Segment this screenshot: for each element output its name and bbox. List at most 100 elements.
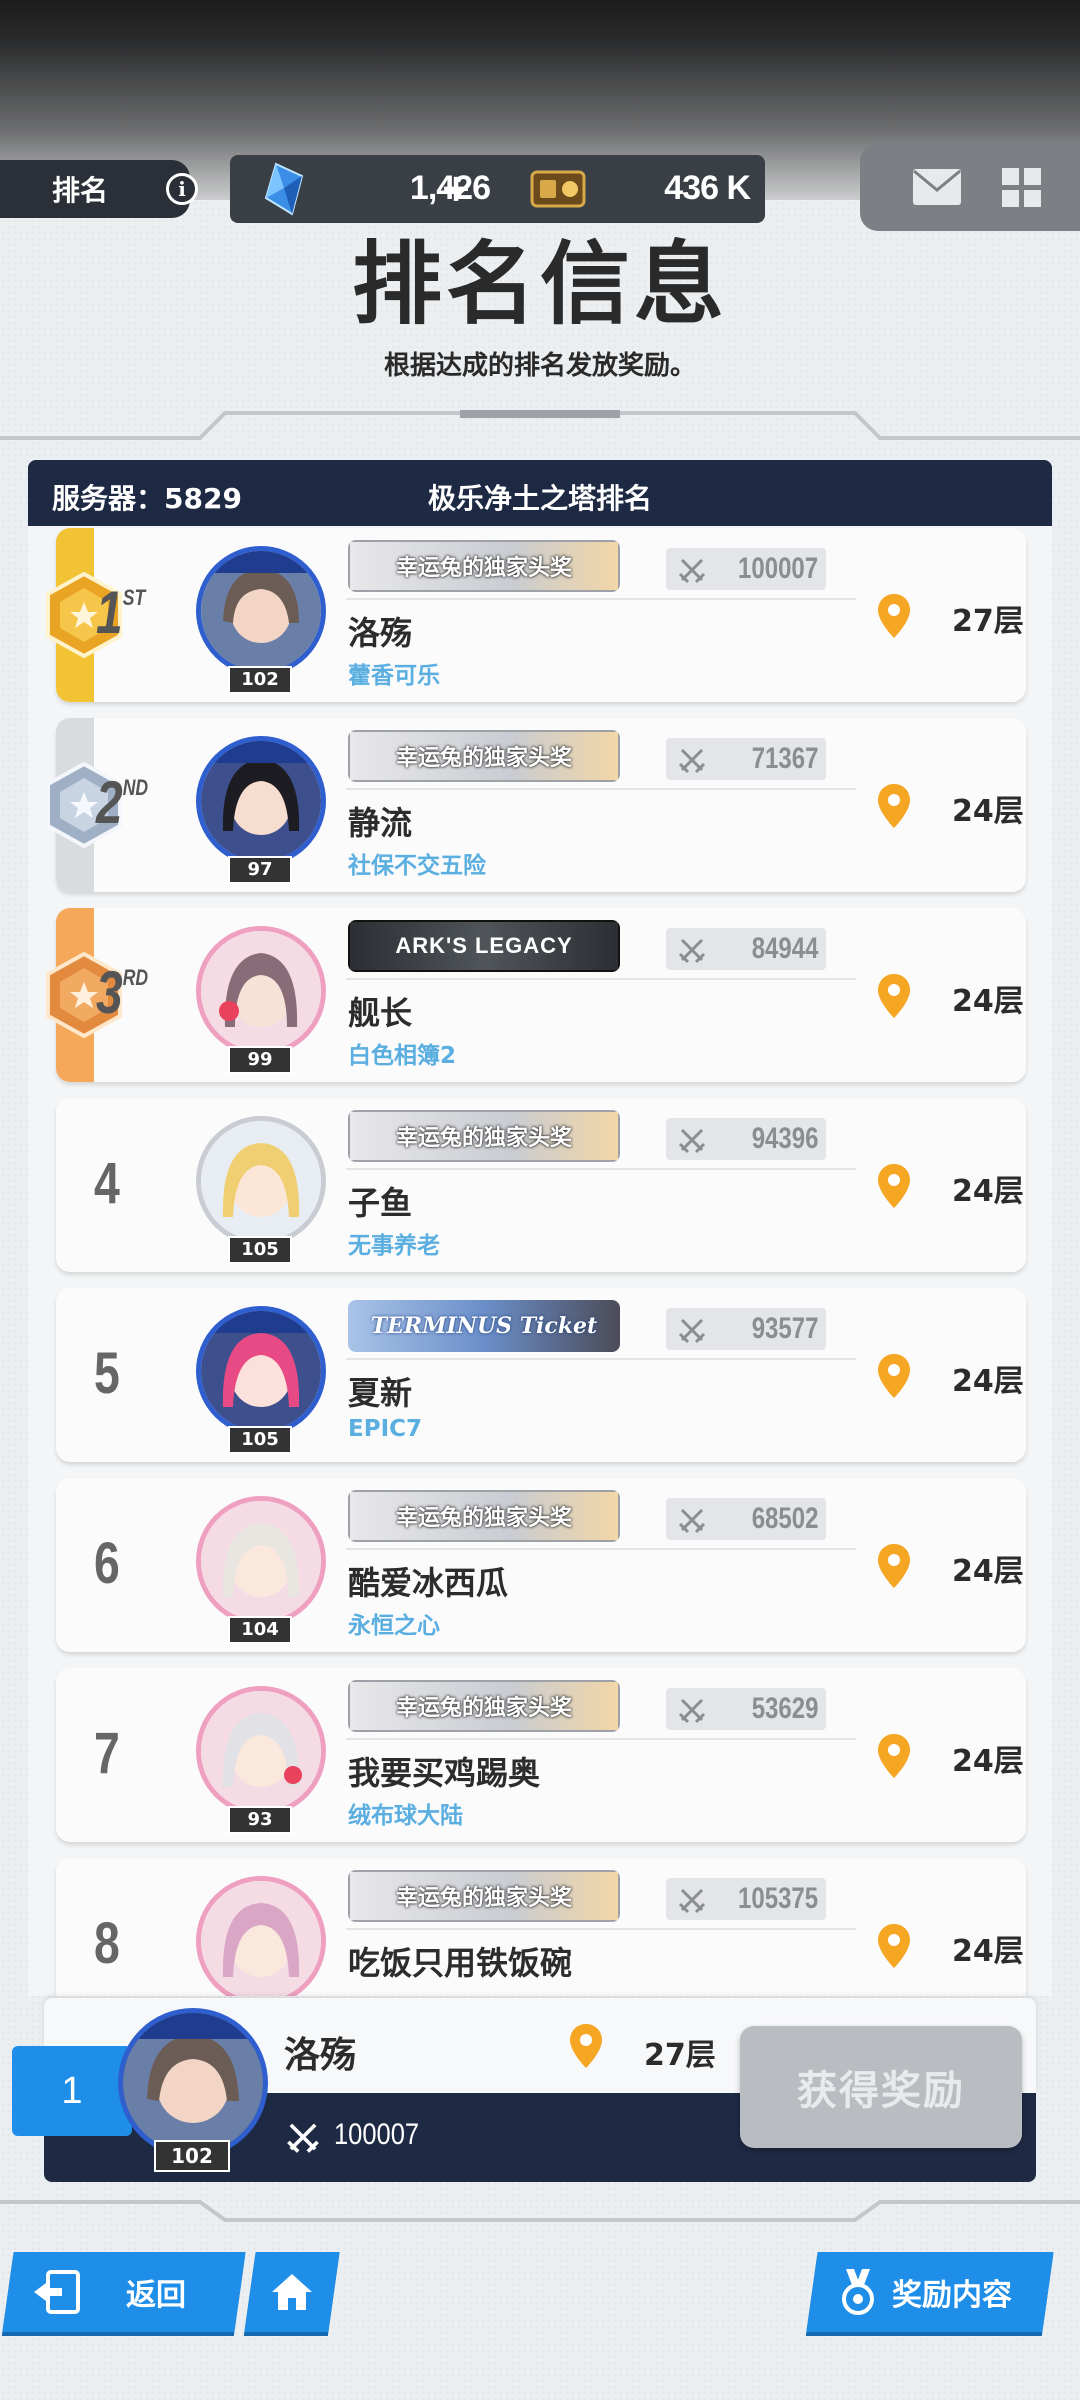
my-level-badge: 102 [154, 2140, 230, 2172]
player-name: 夏新 [348, 1374, 413, 1412]
crossed-swords-icon [678, 1318, 706, 1344]
location-pin-icon [878, 1164, 910, 1208]
home-icon [272, 2274, 312, 2310]
floor-value: 24层 [952, 1364, 1024, 1399]
ranking-row[interactable]: 1ST 102 幸运兔的独家头奖 100007 洛殇 藿香可乐 27层 [46, 528, 1026, 702]
score-box: 105375 [666, 1878, 826, 1920]
score-box: 93577 [666, 1308, 826, 1350]
title-banner: TERMINUS Ticket [348, 1300, 620, 1352]
score-box: 94396 [666, 1118, 826, 1160]
avatar[interactable] [196, 1686, 326, 1816]
rank-number: 7 [94, 1721, 120, 1786]
score-value: 94396 [751, 1122, 818, 1155]
ranking-row[interactable]: 6 104 幸运兔的独家头奖 68502 酷爱冰西瓜 永恒之心 24层 [56, 1478, 1026, 1652]
rank-number: 3RD [96, 959, 149, 1026]
crossed-swords-icon [678, 1888, 706, 1914]
floor-value: 24层 [952, 1174, 1024, 1209]
my-avatar[interactable] [118, 2008, 268, 2158]
score-value: 100007 [737, 552, 818, 585]
floor-value: 24层 [952, 794, 1024, 829]
level-badge: 97 [228, 856, 292, 884]
ranking-row[interactable]: 2ND 97 幸运兔的独家头奖 71367 静流 社保不交五险 24层 [46, 718, 1026, 892]
location-pin-icon [878, 594, 910, 638]
crossed-swords-icon [678, 1698, 706, 1724]
avatar[interactable] [196, 1116, 326, 1246]
claim-reward-button[interactable]: 获得奖励 [740, 2026, 1022, 2148]
frame-divider-bottom [0, 2200, 1080, 2222]
location-pin-icon [878, 1734, 910, 1778]
player-name: 舰长 [348, 994, 413, 1032]
mail-icon[interactable] [912, 168, 962, 206]
avatar[interactable] [196, 546, 326, 676]
guild-name: 永恒之心 [348, 1613, 440, 1639]
score-value: 93577 [751, 1312, 818, 1345]
divider [346, 978, 856, 980]
location-pin-icon [878, 1354, 910, 1398]
avatar[interactable] [196, 1876, 326, 1996]
ranking-row[interactable]: 5 105 TERMINUS Ticket 93577 夏新 EPIC7 24层 [56, 1288, 1026, 1462]
player-name: 我要买鸡踢奥 [348, 1754, 541, 1792]
ranking-row[interactable]: 7 93 幸运兔的独家头奖 53629 我要买鸡踢奥 绒布球大陆 24层 [56, 1668, 1026, 1842]
avatar[interactable] [196, 1306, 326, 1436]
back-button[interactable]: 返回 [2, 2252, 246, 2332]
avatar[interactable] [196, 926, 326, 1056]
divider [346, 598, 856, 600]
divider [346, 1738, 856, 1740]
title-banner: ARK'S LEGACY [348, 920, 620, 972]
score-box: 100007 [666, 548, 826, 590]
score-box: 71367 [666, 738, 826, 780]
crossed-swords-icon [678, 748, 706, 774]
rank-number: 6 [94, 1531, 120, 1596]
home-button[interactable] [244, 2252, 340, 2332]
my-score-value: 100007 [334, 2118, 420, 2151]
title-banner: 幸运兔的独家头奖 [348, 1110, 620, 1162]
my-rank-number: 1 [12, 2046, 132, 2136]
top-right-menu [860, 143, 1080, 231]
floor-value: 24层 [952, 1744, 1024, 1779]
guild-name: 社保不交五险 [348, 853, 486, 879]
ranking-row[interactable]: 3RD 99 ARK'S LEGACY 84944 舰长 白色相簿2 24层 [46, 908, 1026, 1082]
floor-value: 24层 [952, 1554, 1024, 1589]
grid-icon[interactable] [1002, 168, 1042, 208]
level-badge: 105 [228, 1426, 292, 1454]
level-badge: 104 [228, 1616, 292, 1644]
divider [346, 788, 856, 790]
score-value: 68502 [751, 1502, 818, 1535]
frame-divider-top [0, 410, 1080, 440]
ranking-tab[interactable]: 排名 [0, 160, 190, 218]
level-badge: 102 [228, 666, 292, 694]
guild-name: EPIC7 [348, 1416, 423, 1442]
rank-number: 1ST [96, 579, 146, 646]
player-name: 酷爱冰西瓜 [348, 1564, 509, 1602]
location-pin-icon [570, 2024, 602, 2068]
ranking-panel-header: 服务器：5829 极乐净土之塔排名 [28, 460, 1052, 526]
level-badge: 105 [228, 1236, 292, 1264]
crossed-swords-icon [678, 558, 706, 584]
title-banner: 幸运兔的独家头奖 [348, 540, 620, 592]
crossed-swords-icon [678, 938, 706, 964]
player-name: 吃饭只用铁饭碗 [348, 1944, 573, 1982]
avatar[interactable] [196, 736, 326, 866]
reward-content-button[interactable]: 奖励内容 [806, 2252, 1054, 2332]
crystal-icon [264, 162, 304, 216]
avatar[interactable] [196, 1496, 326, 1626]
page-subtitle: 根据达成的排名发放奖励。 [383, 351, 696, 381]
title-banner: 幸运兔的独家头奖 [348, 730, 620, 782]
ranking-list[interactable]: 1ST 102 幸运兔的独家头奖 100007 洛殇 藿香可乐 27层 2ND … [28, 526, 1052, 1996]
crossed-swords-icon [287, 2123, 319, 2153]
title-banner: 幸运兔的独家头奖 [348, 1490, 620, 1542]
crossed-swords-icon [678, 1508, 706, 1534]
player-name: 洛殇 [348, 614, 413, 652]
back-label: 返回 [126, 2278, 186, 2313]
guild-name: 绒布球大陆 [348, 1803, 463, 1829]
page-title: 排名信息 [352, 232, 728, 337]
guild-name: 无事养老 [348, 1233, 440, 1259]
add-crystal-button[interactable]: + [438, 168, 474, 208]
rank-number: 5 [94, 1341, 120, 1406]
crossed-swords-icon [678, 1128, 706, 1154]
floor-value: 24层 [952, 1934, 1024, 1969]
ranking-row[interactable]: 8 110 幸运兔的独家头奖 105375 吃饭只用铁饭碗 24层 [56, 1858, 1026, 1996]
info-icon[interactable]: i [166, 173, 198, 205]
ranking-row[interactable]: 4 105 幸运兔的独家头奖 94396 子鱼 无事养老 24层 [56, 1098, 1026, 1272]
player-name: 子鱼 [348, 1184, 413, 1222]
